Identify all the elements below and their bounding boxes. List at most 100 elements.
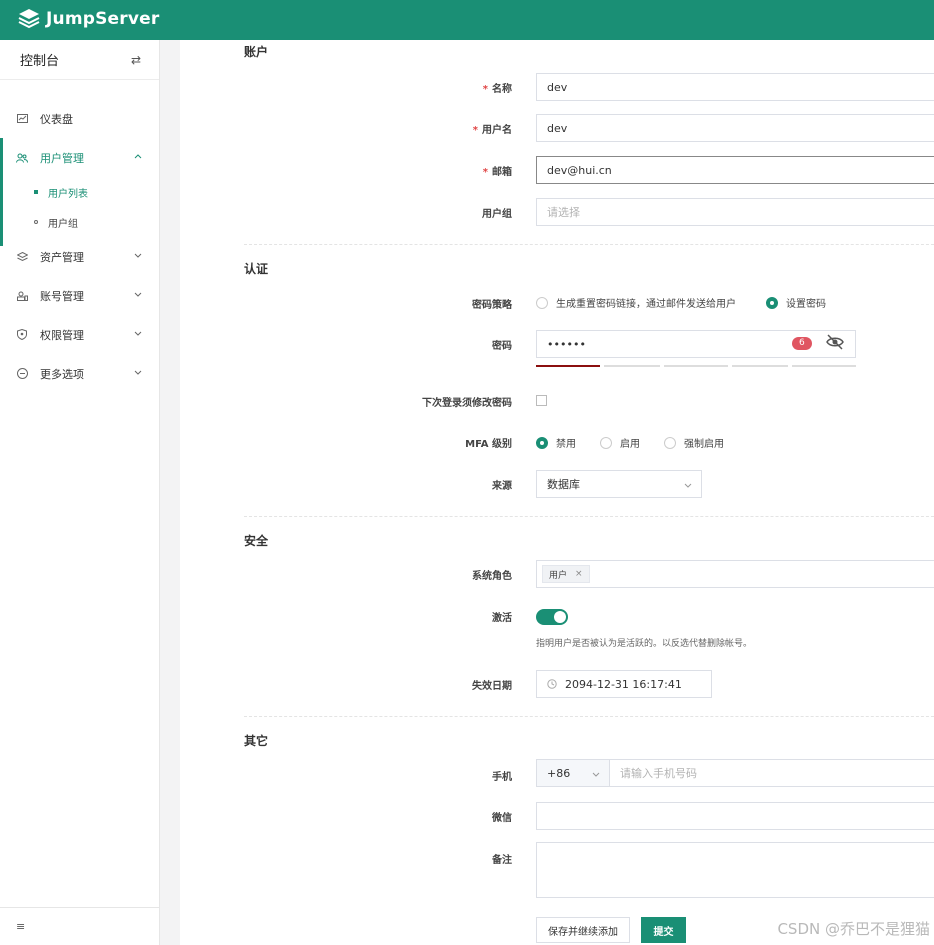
sidebar-item-users[interactable]: 用户管理: [0, 138, 159, 177]
logo-icon: [18, 9, 40, 29]
divider: [244, 516, 934, 517]
collapse-icon: ≡: [16, 920, 26, 933]
wechat-input[interactable]: [536, 802, 934, 830]
phone-label: 手机: [492, 772, 512, 783]
switch-view-icon[interactable]: ⇄: [131, 53, 141, 67]
username-input[interactable]: dev: [536, 114, 934, 142]
chevron-down-icon: [134, 370, 142, 375]
role-label: 系统角色: [472, 571, 512, 582]
sidebar-subitem-label: 用户组: [48, 218, 78, 230]
top-bar: JumpServer: [0, 0, 934, 40]
password-strength-bar: [664, 365, 728, 367]
sidebar-title: 控制台: [20, 54, 60, 69]
sidebar-item-label: 用户管理: [40, 151, 84, 165]
radio-password-set[interactable]: 设置密码: [766, 295, 826, 310]
active-toggle[interactable]: [536, 609, 568, 625]
account-icon: [16, 290, 28, 302]
chevron-down-icon: [592, 772, 600, 777]
comment-label: 备注: [492, 855, 512, 866]
tag-close-icon[interactable]: ×: [575, 569, 583, 579]
source-select[interactable]: 数据库: [536, 470, 702, 498]
phone-code-select[interactable]: +86: [536, 759, 610, 787]
password-length-badge: 6: [792, 337, 812, 350]
expired-date-input[interactable]: 2094-12-31 16:17:41: [536, 670, 712, 698]
sidebar: 控制台 ⇄ 仪表盘 用户管理 用户列表 用户组 资产管理 账号管理 权限管理 更…: [0, 40, 160, 945]
sidebar-item-label: 账号管理: [40, 289, 84, 303]
mfa-label: MFA 级别: [465, 439, 512, 450]
divider: [244, 244, 934, 245]
radio-checked-icon: [766, 296, 778, 309]
chevron-down-icon: [134, 292, 142, 297]
chevron-up-icon: [134, 154, 142, 159]
layers-icon: [16, 251, 28, 263]
sidebar-item-assets[interactable]: 资产管理: [0, 237, 159, 276]
comment-textarea[interactable]: [536, 842, 934, 898]
dashboard-icon: [16, 113, 28, 125]
save-and-continue-button[interactable]: 保存并继续添加: [536, 917, 630, 943]
sidebar-header: 控制台 ⇄: [0, 40, 159, 80]
password-strength-bar: [604, 365, 660, 367]
username-label: * 用户名: [472, 125, 512, 136]
sidebar-collapse-button[interactable]: ≡: [0, 907, 160, 945]
password-label: 密码: [492, 341, 512, 352]
eye-off-icon[interactable]: [826, 334, 844, 350]
sidebar-subitem-user-list[interactable]: 用户列表: [0, 177, 159, 207]
password-strength-bar: [536, 365, 600, 367]
name-input[interactable]: dev: [536, 73, 934, 101]
divider: [244, 716, 934, 717]
section-title-account: 账户: [244, 45, 269, 59]
watermark: CSDN @乔巴不是狸猫: [777, 920, 930, 938]
email-input[interactable]: dev@hui.cn: [536, 156, 934, 184]
sidebar-group-users: 用户管理 用户列表 用户组: [0, 138, 159, 246]
sidebar-item-label: 资产管理: [40, 250, 84, 264]
section-title-auth: 认证: [244, 262, 269, 276]
sidebar-item-more[interactable]: 更多选项: [0, 354, 159, 393]
sidebar-item-label: 权限管理: [40, 328, 84, 342]
groups-select[interactable]: 请选择: [536, 198, 934, 226]
source-label: 来源: [492, 481, 512, 492]
sidebar-subitem-label: 用户列表: [48, 188, 88, 200]
chevron-down-icon: [134, 331, 142, 336]
radio-icon: [600, 436, 612, 449]
name-label: * 名称: [482, 84, 512, 95]
role-tag: 用户 ×: [542, 565, 590, 583]
bullet-icon: [34, 220, 38, 224]
user-create-form: 账户 * 名称 dev * 用户名 dev * 邮箱 dev@hui.cn 用户组 请…: [180, 40, 934, 945]
phone-input[interactable]: 请输入手机号码: [609, 759, 934, 787]
need-update-password-label: 下次登录须修改密码: [422, 398, 512, 409]
active-help-text: 指明用户是否被认为是活跃的。以反选代替删除帐号。: [536, 639, 753, 649]
clock-icon: [547, 679, 557, 689]
section-title-security: 安全: [244, 534, 269, 548]
email-label: * 邮箱: [482, 167, 512, 178]
expired-label: 失效日期: [472, 681, 512, 692]
users-icon: [16, 152, 28, 164]
password-strategy-label: 密码策略: [472, 300, 512, 311]
radio-icon: [664, 436, 676, 449]
radio-mfa-enable[interactable]: 启用: [600, 435, 640, 450]
sidebar-item-label: 仪表盘: [40, 112, 73, 126]
chevron-down-icon: [684, 483, 692, 488]
groups-label: 用户组: [482, 209, 512, 220]
need-update-password-checkbox[interactable]: [536, 395, 547, 406]
submit-button[interactable]: 提交: [641, 917, 686, 943]
radio-icon: [536, 296, 548, 309]
role-select[interactable]: [536, 560, 934, 588]
logo[interactable]: JumpServer: [18, 8, 159, 30]
radio-mfa-disable[interactable]: 禁用: [536, 435, 576, 450]
chevron-down-icon: [134, 253, 142, 258]
sidebar-item-permissions[interactable]: 权限管理: [0, 315, 159, 354]
password-strength-bar: [792, 365, 856, 367]
bullet-icon: [34, 190, 38, 194]
sidebar-subitem-user-group[interactable]: 用户组: [0, 207, 159, 237]
active-label: 激活: [492, 613, 512, 624]
sidebar-item-label: 更多选项: [40, 367, 84, 381]
wechat-label: 微信: [492, 813, 512, 824]
shield-icon: [16, 329, 28, 341]
radio-password-email[interactable]: 生成重置密码链接，通过邮件发送给用户: [536, 295, 736, 310]
more-icon: [16, 368, 28, 380]
radio-checked-icon: [536, 436, 548, 449]
sidebar-item-dashboard[interactable]: 仪表盘: [0, 99, 159, 138]
radio-mfa-force[interactable]: 强制启用: [664, 435, 724, 450]
section-title-other: 其它: [244, 734, 269, 748]
sidebar-item-accounts[interactable]: 账号管理: [0, 276, 159, 315]
